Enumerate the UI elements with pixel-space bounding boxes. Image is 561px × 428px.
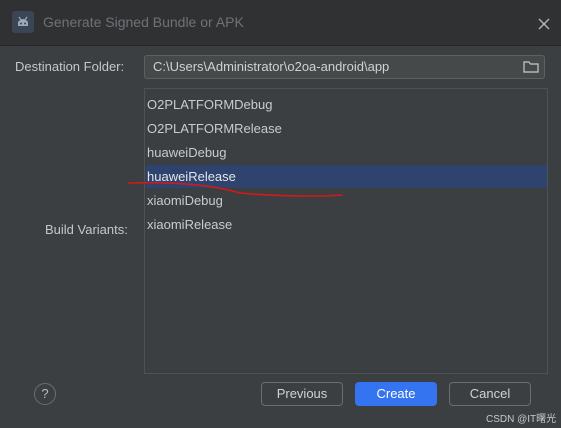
- variant-item-label: O2PLATFORMRelease: [147, 121, 282, 136]
- cancel-button[interactable]: Cancel: [449, 382, 531, 406]
- variant-item-label: xiaomiRelease: [147, 217, 233, 232]
- create-button[interactable]: Create: [355, 382, 437, 406]
- destination-folder-label: Destination Folder:: [15, 59, 125, 74]
- previous-button[interactable]: Previous: [261, 382, 343, 406]
- android-icon: [12, 11, 34, 33]
- close-button[interactable]: [534, 14, 554, 34]
- variant-item-xiaomirelease[interactable]: xiaomiRelease: [146, 213, 547, 236]
- generate-signed-bundle-dialog: Generate Signed Bundle or APK Destinatio…: [0, 0, 561, 428]
- title-bar: Generate Signed Bundle or APK: [0, 0, 561, 46]
- variant-item-label: huaweiRelease: [147, 169, 236, 184]
- window-title: Generate Signed Bundle or APK: [43, 14, 244, 30]
- variant-item-label: huaweiDebug: [147, 145, 227, 160]
- variant-item-label: xiaomiDebug: [147, 193, 223, 208]
- folder-icon[interactable]: [522, 59, 540, 75]
- variant-item-o2platformrelease[interactable]: O2PLATFORMRelease: [146, 117, 547, 140]
- close-icon: [538, 18, 550, 30]
- variant-item-o2platformdebug[interactable]: O2PLATFORMDebug: [146, 93, 547, 116]
- variant-item-xiaomidebug[interactable]: xiaomiDebug: [146, 189, 547, 212]
- destination-folder-value[interactable]: C:\Users\Administrator\o2oa-android\app: [153, 59, 389, 74]
- variant-item-huaweidebug[interactable]: huaweiDebug: [146, 141, 547, 164]
- build-variants-list[interactable]: O2PLATFORMDebug O2PLATFORMRelease huawei…: [144, 88, 548, 374]
- destination-folder-field[interactable]: C:\Users\Administrator\o2oa-android\app: [144, 55, 545, 79]
- help-button[interactable]: ?: [34, 383, 56, 405]
- variant-item-huaweirelease[interactable]: huaweiRelease: [146, 165, 547, 188]
- watermark: CSDN @IT曙光: [486, 414, 557, 425]
- build-variants-label: Build Variants:: [45, 222, 128, 237]
- variant-item-label: O2PLATFORMDebug: [147, 97, 273, 112]
